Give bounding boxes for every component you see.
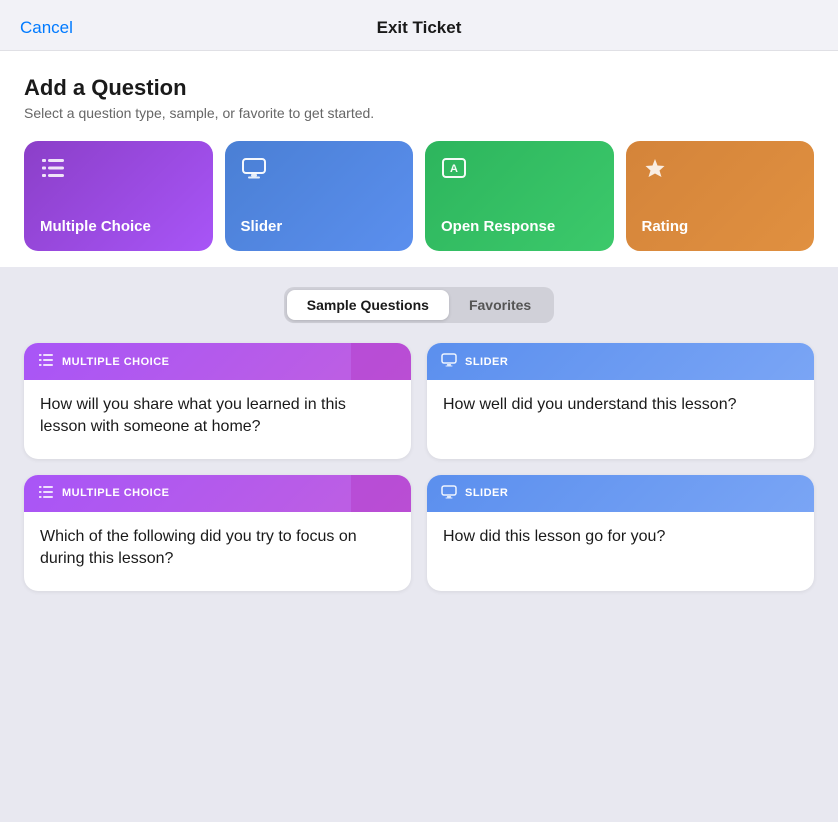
question-text-4: How did this lesson go for you? bbox=[443, 526, 798, 548]
textbox-icon: A bbox=[441, 157, 467, 185]
card-body-4: How did this lesson go for you? bbox=[427, 512, 814, 568]
list-small-icon-2 bbox=[38, 485, 54, 502]
card-header-2: SLIDER bbox=[427, 343, 814, 380]
modal-title: Exit Ticket bbox=[377, 18, 462, 38]
question-card-4[interactable]: SLIDER How did this lesson go for you? bbox=[427, 475, 814, 591]
monitor-icon bbox=[241, 157, 267, 185]
tab-sample-questions[interactable]: Sample Questions bbox=[287, 290, 449, 320]
list-icon bbox=[40, 157, 66, 185]
card-body-2: How well did you understand this lesson? bbox=[427, 380, 814, 436]
type-card-label: Open Response bbox=[441, 218, 555, 235]
modal-container: Cancel Exit Ticket Add a Question Select… bbox=[0, 0, 838, 822]
type-card-multiple-choice[interactable]: Multiple Choice bbox=[24, 141, 213, 251]
question-text-2: How well did you understand this lesson? bbox=[443, 394, 798, 416]
section-subtitle: Select a question type, sample, or favor… bbox=[24, 105, 814, 121]
type-card-open-response[interactable]: A Open Response bbox=[425, 141, 614, 251]
card-body-1: How will you share what you learned in t… bbox=[24, 380, 411, 459]
question-text-3: Which of the following did you try to fo… bbox=[40, 526, 395, 571]
star-icon bbox=[642, 157, 668, 185]
bottom-section: Sample Questions Favorites bbox=[0, 267, 838, 822]
question-card-1[interactable]: MULTIPLE CHOICE How will you share what … bbox=[24, 343, 411, 459]
section-title: Add a Question bbox=[24, 75, 814, 101]
svg-text:A: A bbox=[450, 163, 458, 175]
card-body-3: Which of the following did you try to fo… bbox=[24, 512, 411, 591]
question-text-1: How will you share what you learned in t… bbox=[40, 394, 395, 439]
cancel-button[interactable]: Cancel bbox=[20, 18, 73, 38]
type-card-label: Slider bbox=[241, 218, 283, 235]
type-card-label: Rating bbox=[642, 218, 689, 235]
card-type-label-1: MULTIPLE CHOICE bbox=[62, 356, 170, 368]
tab-favorites[interactable]: Favorites bbox=[449, 290, 551, 320]
top-content: Add a Question Select a question type, s… bbox=[0, 51, 838, 267]
monitor-small-icon-2 bbox=[441, 485, 457, 502]
modal-header: Cancel Exit Ticket bbox=[0, 0, 838, 51]
question-card-3[interactable]: MULTIPLE CHOICE Which of the following d… bbox=[24, 475, 411, 591]
list-small-icon bbox=[38, 353, 54, 370]
card-header-1: MULTIPLE CHOICE bbox=[24, 343, 411, 380]
card-header-3: MULTIPLE CHOICE bbox=[24, 475, 411, 512]
type-card-label: Multiple Choice bbox=[40, 218, 151, 235]
type-cards-grid: Multiple Choice Slider A bbox=[24, 141, 814, 251]
card-header-4: SLIDER bbox=[427, 475, 814, 512]
type-card-rating[interactable]: Rating bbox=[626, 141, 815, 251]
question-cards-grid: MULTIPLE CHOICE How will you share what … bbox=[24, 343, 814, 591]
question-card-2[interactable]: SLIDER How well did you understand this … bbox=[427, 343, 814, 459]
card-type-label-4: SLIDER bbox=[465, 487, 508, 499]
type-card-slider[interactable]: Slider bbox=[225, 141, 414, 251]
card-type-label-3: MULTIPLE CHOICE bbox=[62, 487, 170, 499]
monitor-small-icon bbox=[441, 353, 457, 370]
tabs-container: Sample Questions Favorites bbox=[284, 287, 554, 323]
card-type-label-2: SLIDER bbox=[465, 356, 508, 368]
